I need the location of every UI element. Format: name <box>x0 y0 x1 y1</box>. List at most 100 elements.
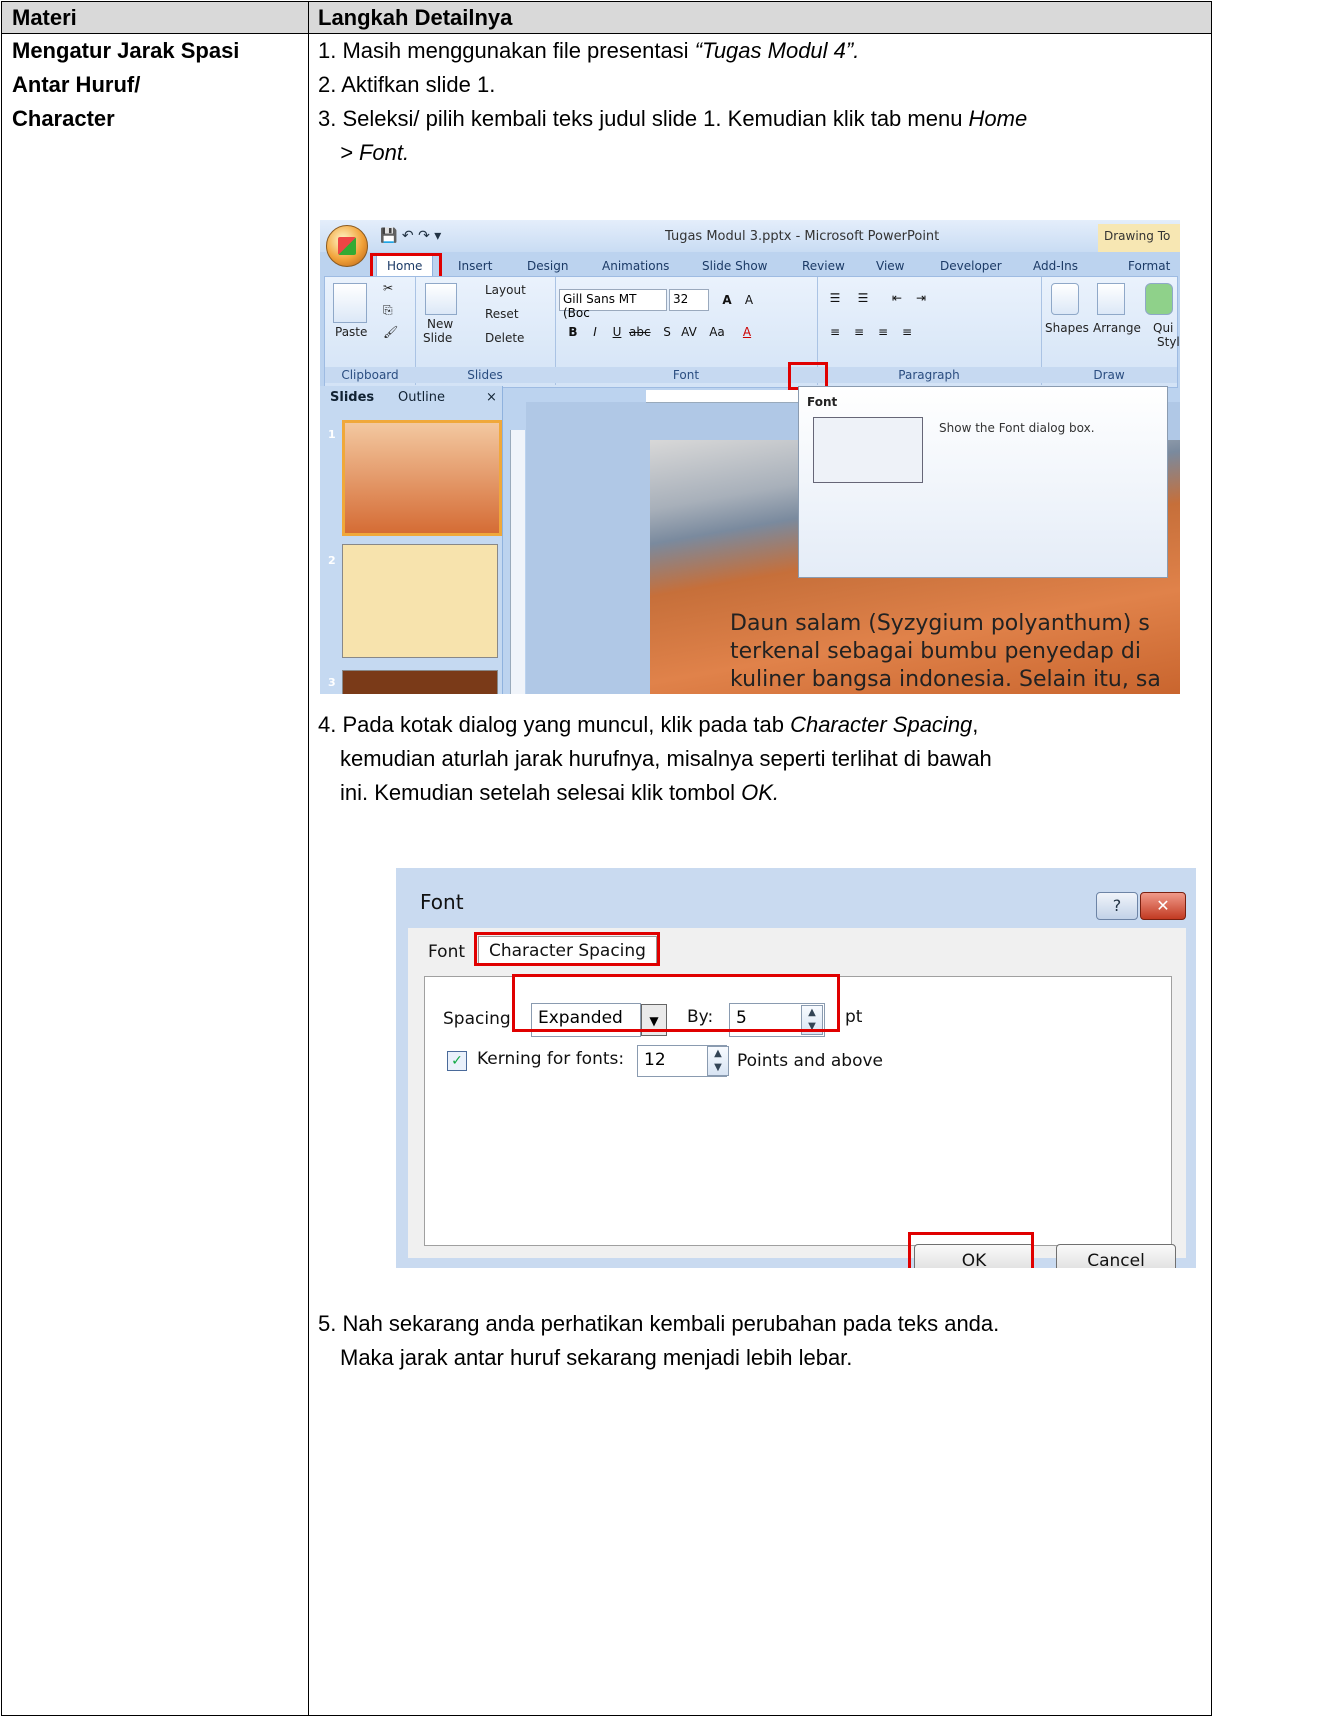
justify-icon[interactable]: ≡ <box>897 323 917 341</box>
dialog-title: Font <box>420 890 464 914</box>
quick-styles-icon[interactable] <box>1145 283 1173 315</box>
tab-review[interactable]: Review <box>802 259 845 273</box>
align-center-icon[interactable]: ≡ <box>849 323 869 341</box>
shapes-label[interactable]: Shapes <box>1045 321 1089 335</box>
tab-insert[interactable]: Insert <box>458 259 492 273</box>
font-tooltip: Font Show the Font dialog box. <box>798 386 1168 578</box>
decrease-indent-icon[interactable]: ⇤ <box>887 289 907 307</box>
font-name-box[interactable]: Gill Sans MT (Boc <box>559 289 667 320</box>
thumb-3-number: 3 <box>328 676 336 689</box>
paragraph-label: Paragraph <box>817 367 1041 383</box>
tab-design[interactable]: Design <box>527 259 568 273</box>
shrink-font-icon[interactable]: A <box>739 291 759 309</box>
tooltip-preview-image <box>813 417 923 483</box>
kerning-checkbox[interactable]: ✓ <box>447 1051 467 1071</box>
grow-font-icon[interactable]: A <box>717 291 737 309</box>
close-icon[interactable]: ✕ <box>1140 892 1186 920</box>
materi-line-2: Antar Huruf/ <box>12 72 141 97</box>
align-left-icon[interactable]: ≡ <box>825 323 845 341</box>
tab-format[interactable]: Format <box>1128 259 1170 273</box>
italic-icon[interactable]: I <box>585 323 605 341</box>
cut-icon[interactable]: ✂ <box>383 281 393 295</box>
slides-pane: Slides Outline × 1 2 3 <box>320 386 503 694</box>
delete-button[interactable]: Delete <box>485 331 524 345</box>
shadow-icon[interactable]: S <box>657 323 677 341</box>
slide-thumb-2[interactable] <box>342 544 498 658</box>
underline-icon[interactable]: U <box>607 323 627 341</box>
kerning-spinner-icon[interactable]: ▲ ▼ <box>707 1046 729 1076</box>
slide-text-line-2: terkenal sebagai bumbu penyedap di <box>730 639 1141 664</box>
tab-view[interactable]: View <box>876 259 904 273</box>
horizontal-ruler <box>646 390 806 403</box>
pane-tab-slides[interactable]: Slides <box>330 390 374 405</box>
group-paragraph: ☰ ☰ ⇤ ⇥ ≡ ≡ ≡ ≡ Paragraph <box>817 277 1042 385</box>
step-3-text: 3. Seleksi/ pilih kembali teks judul sli… <box>318 106 969 131</box>
font-size-box[interactable]: 32 <box>669 289 709 311</box>
step-3-line2: > Font. <box>318 136 1220 170</box>
tab-font[interactable]: Font <box>428 942 465 962</box>
close-pane-icon[interactable]: × <box>486 390 497 405</box>
bullets-icon[interactable]: ☰ <box>825 289 845 307</box>
char-spacing-icon[interactable]: AV <box>679 323 699 341</box>
step-5-line2: Maka jarak antar huruf sekarang menjadi … <box>340 1345 853 1370</box>
points-and-above-label: Points and above <box>737 1051 883 1071</box>
header-materi: Materi <box>12 5 77 30</box>
font-color-icon[interactable]: A <box>737 323 757 341</box>
step-4-line1: 4. Pada kotak dialog yang muncul, klik p… <box>318 708 1198 742</box>
arrange-label[interactable]: Arrange <box>1093 321 1141 335</box>
paste-label[interactable]: Paste <box>335 325 367 339</box>
font-dialog-screenshot: Font ? ✕ Font Character Spacing Spacing:… <box>396 868 1196 1268</box>
step-4-line2: kemudian aturlah jarak hurufnya, misalny… <box>340 746 992 771</box>
style-label[interactable]: Styl <box>1157 335 1180 349</box>
window-title: Tugas Modul 3.pptx - Microsoft PowerPoin… <box>665 229 940 244</box>
align-right-icon[interactable]: ≡ <box>873 323 893 341</box>
materi-line-3: Character <box>12 106 115 131</box>
tooltip-title: Font <box>807 395 838 409</box>
shapes-icon[interactable] <box>1051 283 1079 315</box>
help-icon[interactable]: ? <box>1096 892 1138 920</box>
tab-add-ins[interactable]: Add-Ins <box>1033 259 1078 273</box>
new-label[interactable]: New <box>427 317 453 331</box>
slide-text-line-3: kuliner bangsa indonesia. Selain itu, sa <box>730 667 1161 692</box>
slide-label[interactable]: Slide <box>423 331 452 345</box>
change-case-icon[interactable]: Aa <box>707 323 727 341</box>
vertical-ruler <box>510 430 525 694</box>
step-1: 1. Masih menggunakan file presentasi “Tu… <box>318 34 1198 68</box>
step-4-italic: Character Spacing <box>790 712 973 737</box>
quick-access-toolbar[interactable]: 💾 ↶ ↷ ▾ <box>380 228 441 244</box>
tab-slide-show[interactable]: Slide Show <box>702 259 767 273</box>
tab-animations[interactable]: Animations <box>602 259 669 273</box>
increase-indent-icon[interactable]: ⇥ <box>911 289 931 307</box>
step-4-text-b: ini. Kemudian setelah selesai klik tombo… <box>340 780 742 805</box>
font-group-label: Font <box>555 367 817 383</box>
cancel-button[interactable]: Cancel <box>1056 1244 1176 1268</box>
new-slide-icon[interactable] <box>425 283 457 315</box>
group-drawing: Shapes Arrange Qui Styl Draw <box>1041 277 1180 385</box>
quick-label[interactable]: Qui <box>1153 321 1173 335</box>
materi-line-1: Mengatur Jarak Spasi <box>12 38 240 63</box>
step-3-line2-italic: > Font. <box>340 140 410 165</box>
title-bar: 💾 ↶ ↷ ▾ Tugas Modul 3.pptx - Microsoft P… <box>320 220 1180 252</box>
group-slides: New Slide Layout Reset Delete Slides <box>415 277 556 385</box>
step-1-num: 1. <box>318 38 337 63</box>
step-4-ok-italic: OK. <box>741 780 779 805</box>
arrange-icon[interactable] <box>1097 283 1125 315</box>
slide-thumb-3[interactable] <box>342 670 498 694</box>
strikethrough-icon[interactable]: abc <box>629 323 651 341</box>
clipboard-label: Clipboard <box>325 367 415 383</box>
bold-icon[interactable]: B <box>563 323 583 341</box>
step-1-italic: “Tugas Modul 4”. <box>694 38 860 63</box>
ribbon: Paste ✂ ⎘ 🖌 Clipboard New Slide Layout R… <box>324 276 1180 388</box>
format-painter-icon[interactable]: 🖌 <box>383 325 398 339</box>
copy-icon[interactable]: ⎘ <box>383 303 393 318</box>
slide-body-text[interactable]: Daun salam (Syzygium polyanthum) s terke… <box>730 610 1180 694</box>
layout-button[interactable]: Layout <box>485 283 526 297</box>
slide-thumb-1[interactable] <box>342 420 502 536</box>
pane-tab-outline[interactable]: Outline <box>398 390 445 405</box>
step-3-italic: Home <box>968 106 1028 131</box>
reset-button[interactable]: Reset <box>485 307 519 321</box>
numbering-icon[interactable]: ☰ <box>853 289 873 307</box>
drawing-tools-tab[interactable]: Drawing To <box>1098 224 1180 252</box>
paste-icon[interactable] <box>333 283 367 323</box>
tab-developer[interactable]: Developer <box>940 259 1002 273</box>
